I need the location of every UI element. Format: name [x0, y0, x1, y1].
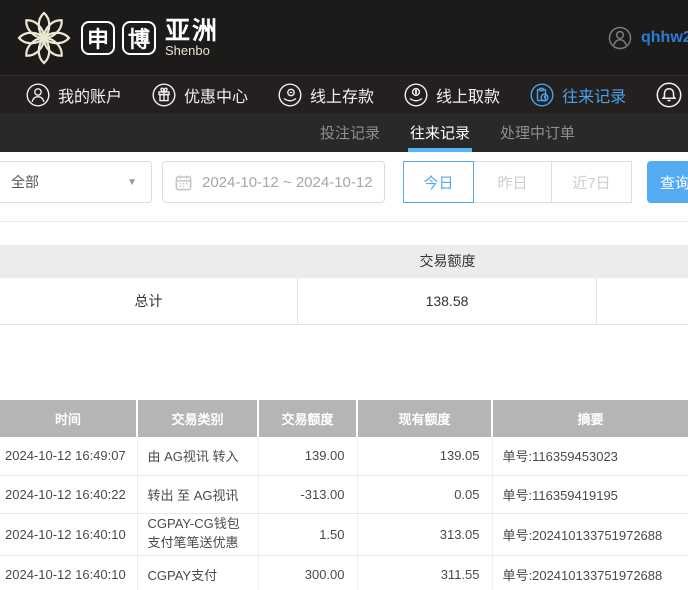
- withdraw-icon: [404, 82, 428, 107]
- cell-summary: 单号:202410133751972688: [491, 513, 688, 556]
- logo-char-shen: 申: [81, 20, 115, 55]
- cell-balance: 139.05: [356, 437, 492, 476]
- user-avatar-icon: [608, 26, 632, 49]
- tab-label: 投注记录: [320, 125, 381, 142]
- tab-transaction-records[interactable]: 往来记录: [408, 113, 473, 152]
- calendar-icon: [175, 174, 192, 190]
- nav-item-online-withdrawal[interactable]: 线上取款: [404, 82, 501, 107]
- search-button[interactable]: 查询: [647, 161, 688, 203]
- gift-icon: [152, 82, 176, 107]
- search-button-label: 查询: [660, 174, 688, 192]
- cell-summary: 单号:116359453023: [491, 437, 688, 476]
- column-header-amount: 交易额度: [257, 400, 357, 437]
- summary-total-row: 总计 138.58: [0, 278, 688, 325]
- type-select[interactable]: 全部 ▼: [0, 161, 152, 203]
- nav-item-label: 我的账户: [58, 88, 123, 106]
- tab-label: 往来记录: [410, 125, 471, 142]
- summary-empty-cell: [597, 278, 688, 324]
- table-row: 2024-10-12 16:49:07 由 AG视讯 转入 139.00 139…: [0, 437, 688, 476]
- nav-item-transaction-records[interactable]: 往来记录: [530, 82, 627, 107]
- table-row: 2024-10-12 16:40:10 CGPAY支付 300.00 311.5…: [0, 555, 688, 590]
- cell-type: 转出 至 AG视讯: [136, 475, 258, 514]
- summary-total-label: 总计: [0, 278, 298, 324]
- cell-amount: 300.00: [257, 555, 357, 590]
- cell-amount: 139.00: [257, 437, 357, 476]
- user-icon: [26, 82, 50, 107]
- nav-item-notifications[interactable]: [656, 82, 682, 108]
- nav-item-online-deposit[interactable]: 线上存款: [278, 82, 375, 107]
- logo-char-bo: 博: [122, 20, 156, 55]
- site-header: 申 博 亚洲 Shenbo qhhw2: [0, 0, 688, 75]
- type-select-value: 全部: [11, 174, 39, 190]
- cell-summary: 单号:202410133751972688: [491, 555, 688, 590]
- spacer: [0, 222, 688, 245]
- today-button[interactable]: 今日: [403, 161, 474, 203]
- yesterday-button[interactable]: 昨日: [473, 161, 552, 203]
- nav-item-label: 线上取款: [436, 88, 501, 106]
- cell-time: 2024-10-12 16:40:10: [0, 555, 137, 590]
- date-range-input[interactable]: 2024-10-12 ~ 2024-10-12: [162, 161, 385, 203]
- last7days-button-label: 近7日: [572, 174, 611, 192]
- user-account[interactable]: qhhw2: [608, 0, 688, 75]
- logo-region-text: 亚洲: [165, 16, 220, 45]
- tab-label: 处理中订单: [500, 125, 576, 142]
- nav-item-label: 往来记录: [562, 88, 627, 106]
- column-header-summary: 摘要: [491, 400, 688, 437]
- tab-processing-orders[interactable]: 处理中订单: [500, 113, 575, 152]
- cell-time: 2024-10-12 16:49:07: [0, 437, 137, 476]
- cell-summary: 单号:116359419195: [491, 475, 688, 514]
- cell-amount: -313.00: [257, 475, 357, 514]
- quick-date-button-group: 今日 昨日 近7日: [403, 161, 632, 203]
- spacer: [0, 325, 688, 400]
- column-header-time: 时间: [0, 400, 137, 437]
- nav-item-my-account[interactable]: 我的账户: [26, 82, 123, 107]
- table-row: 2024-10-12 16:40:22 转出 至 AG视讯 -313.00 0.…: [0, 475, 688, 514]
- summary-total-value: 138.58: [298, 278, 597, 324]
- main-navigation: 我的账户 优惠中心 线上存款 线上取款 往来记录: [0, 75, 688, 113]
- cell-type: 由 AG视讯 转入: [136, 437, 258, 476]
- records-tab-bar: 投注记录 往来记录 处理中订单: [0, 113, 688, 152]
- cell-type: CGPAY-CG钱包 支付笔笔送优惠: [136, 513, 258, 556]
- cell-time: 2024-10-12 16:40:22: [0, 475, 137, 514]
- cell-balance: 313.05: [356, 513, 492, 556]
- table-row: 2024-10-12 16:40:10 CGPAY-CG钱包 支付笔笔送优惠 1…: [0, 513, 688, 556]
- cell-time: 2024-10-12 16:40:10: [0, 513, 137, 556]
- site-logo[interactable]: 申 博 亚洲 Shenbo: [0, 8, 219, 68]
- yesterday-button-label: 昨日: [497, 174, 528, 192]
- chevron-down-icon: ▼: [127, 176, 137, 188]
- date-range-value: 2024-10-12 ~ 2024-10-12: [202, 173, 373, 191]
- summary-header-row: 交易额度: [0, 245, 688, 278]
- transactions-table: 时间 交易类别 交易额度 现有额度 摘要 2024-10-12 16:49:07…: [0, 400, 688, 590]
- nav-item-label: 优惠中心: [184, 88, 249, 106]
- deposit-icon: [278, 82, 302, 107]
- cell-amount: 1.50: [257, 513, 357, 556]
- records-icon: [530, 82, 554, 107]
- nav-item-label: 线上存款: [310, 88, 375, 106]
- cell-type: CGPAY支付: [136, 555, 258, 590]
- cell-balance: 311.55: [356, 555, 492, 590]
- last7days-button[interactable]: 近7日: [551, 161, 632, 203]
- column-header-type: 交易类别: [136, 400, 258, 437]
- today-button-label: 今日: [423, 174, 454, 192]
- column-header-balance: 现有额度: [356, 400, 492, 437]
- username-text: qhhw2: [641, 28, 688, 46]
- bell-icon: [656, 82, 682, 107]
- table-header-row: 时间 交易类别 交易额度 现有额度 摘要: [0, 400, 688, 437]
- flower-logo-icon: [17, 11, 71, 64]
- filter-bar: 全部 ▼ 2024-10-12 ~ 2024-10-12 今日 昨日 近7日 查…: [0, 152, 688, 222]
- nav-item-promotions[interactable]: 优惠中心: [152, 82, 249, 107]
- logo-subtitle: Shenbo: [165, 42, 210, 58]
- tab-betting-records[interactable]: 投注记录: [320, 113, 380, 152]
- cell-balance: 0.05: [356, 475, 492, 514]
- summary-column-header: 交易额度: [419, 253, 476, 269]
